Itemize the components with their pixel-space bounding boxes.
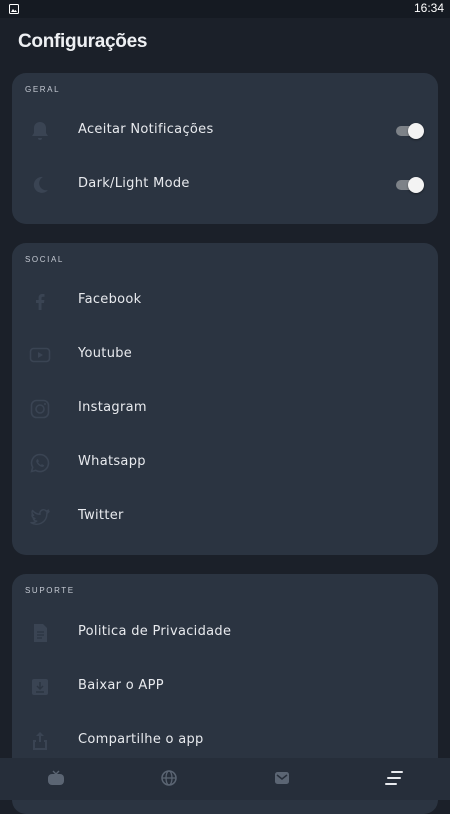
page-title: Configurações xyxy=(18,31,148,52)
toggle-knob xyxy=(408,123,424,139)
settings-item-label: Whatsapp xyxy=(78,454,146,469)
dark-mode-toggle[interactable] xyxy=(396,177,424,193)
section-geral: GERAL Aceitar Notificações Dark/Light Mo… xyxy=(12,73,438,224)
settings-item-download-app[interactable]: Baixar o APP xyxy=(12,660,438,714)
settings-item-label: Youtube xyxy=(78,346,133,361)
status-bar: 16:34 xyxy=(0,0,450,18)
document-icon xyxy=(28,621,52,645)
mail-icon[interactable] xyxy=(272,768,292,788)
settings-item-whatsapp[interactable]: Whatsapp xyxy=(12,436,438,490)
menu-icon[interactable] xyxy=(384,768,404,788)
settings-item-notifications[interactable]: Aceitar Notificações xyxy=(12,104,438,158)
section-label: SOCIAL xyxy=(25,255,64,264)
bell-icon xyxy=(28,119,52,143)
settings-item-facebook[interactable]: Facebook xyxy=(12,274,438,328)
settings-item-youtube[interactable]: Youtube xyxy=(12,328,438,382)
twitter-icon xyxy=(28,505,52,529)
status-time: 16:34 xyxy=(413,1,444,15)
settings-item-privacy-policy[interactable]: Politica de Privacidade xyxy=(12,606,438,660)
bottom-navigation xyxy=(0,758,450,800)
instagram-icon xyxy=(28,397,52,421)
download-icon xyxy=(28,675,52,699)
settings-item-label: Aceitar Notificações xyxy=(78,122,214,137)
moon-icon xyxy=(28,173,52,197)
whatsapp-icon xyxy=(28,451,52,475)
settings-item-instagram[interactable]: Instagram xyxy=(12,382,438,436)
toggle-knob xyxy=(408,177,424,193)
settings-item-label: Dark/Light Mode xyxy=(78,176,190,191)
section-social: SOCIAL Facebook Youtube Instagram Whatsa… xyxy=(12,243,438,555)
share-icon xyxy=(28,729,52,753)
settings-item-label: Politica de Privacidade xyxy=(78,624,232,639)
image-notification-icon xyxy=(9,4,19,14)
section-label: SUPORTE xyxy=(25,586,75,595)
facebook-icon xyxy=(28,289,52,313)
settings-item-label: Baixar o APP xyxy=(78,678,164,693)
settings-item-label: Twitter xyxy=(78,508,124,523)
section-label: GERAL xyxy=(25,85,61,94)
settings-item-twitter[interactable]: Twitter xyxy=(12,490,438,544)
settings-item-dark-mode[interactable]: Dark/Light Mode xyxy=(12,158,438,212)
settings-item-label: Facebook xyxy=(78,292,142,307)
globe-icon[interactable] xyxy=(159,768,179,788)
tv-icon[interactable] xyxy=(46,768,66,788)
settings-item-label: Instagram xyxy=(78,400,147,415)
notifications-toggle[interactable] xyxy=(396,123,424,139)
youtube-icon xyxy=(28,343,52,367)
settings-item-label: Compartilhe o app xyxy=(78,732,204,747)
